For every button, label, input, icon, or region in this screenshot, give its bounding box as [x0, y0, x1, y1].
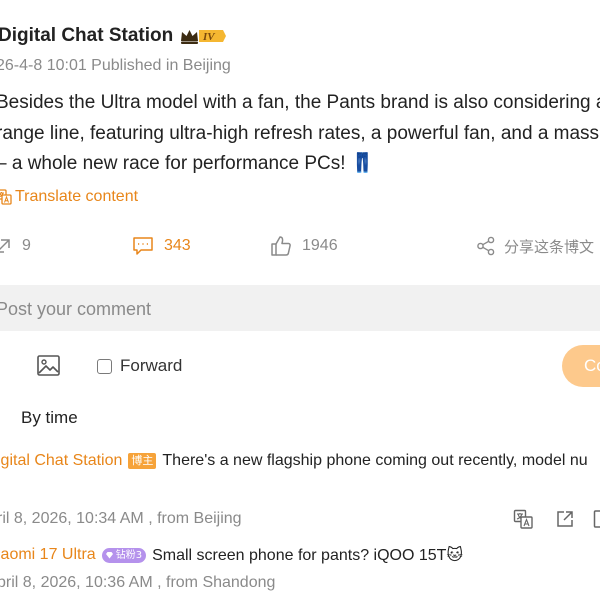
host-badge: 博主 — [128, 453, 157, 469]
comment-author[interactable]: igital Chat Station — [0, 452, 122, 470]
post-author-name[interactable]: Digital Chat Station — [0, 25, 173, 47]
add-image-button[interactable] — [36, 354, 62, 378]
post-meta: 26-4-8 10:01 Published in Beijing — [0, 57, 231, 74]
post-header: Digital Chat Station IV — [0, 22, 227, 50]
thumbs-up-icon — [271, 236, 291, 256]
post-body: Besides the Ultra model with a fan, the … — [0, 88, 600, 180]
translate-content-label: Translate content — [15, 188, 139, 205]
comment-item: igital Chat Station 博主 There's a new fla… — [0, 452, 588, 470]
comment-meta: pril 8, 2026, 10:36 AM , from Shandong — [0, 574, 276, 591]
comment-text: Small screen phone for pants? iQOO 15T🐱 — [152, 547, 464, 564]
vip-badge[interactable]: IV — [179, 27, 227, 45]
comment-button[interactable]: 343 — [132, 232, 191, 260]
sort-by-time[interactable]: By time — [21, 408, 78, 428]
share-label: 分享这条博文 — [504, 237, 595, 256]
share-button[interactable]: 分享这条博文 — [476, 232, 594, 260]
weibo-post-page: Digital Chat Station IV 26-4-8 10:01 Pub… — [0, 0, 600, 600]
more-icon[interactable] — [593, 509, 600, 529]
repost-count: 9 — [22, 237, 31, 254]
post-body-line: – a whole new race for performance PCs! … — [0, 153, 375, 174]
like-count: 1946 — [302, 237, 338, 254]
translate-icon[interactable] — [513, 509, 533, 529]
external-share-icon[interactable] — [555, 509, 575, 529]
comment-input-placeholder: Post your comment — [0, 299, 152, 319]
comment-text: There's a new flagship phone coming out … — [162, 452, 588, 469]
post-body-line: range line, featuring ultra-high refresh… — [0, 122, 600, 144]
comment-count: 343 — [164, 237, 191, 254]
forward-label: Forward — [120, 356, 183, 375]
comment-meta: ril 8, 2026, 10:34 AM , from Beijing — [0, 510, 242, 527]
fan-badge: 钻粉3 — [101, 547, 147, 563]
comment-author[interactable]: iaomi 17 Ultra — [0, 546, 96, 564]
image-icon — [37, 355, 60, 376]
comment-icon — [133, 237, 153, 255]
post-body-line: Besides the Ultra model with a fan, the … — [0, 92, 600, 113]
translate-content-link[interactable]: Translate content — [0, 188, 138, 206]
like-button[interactable]: 1946 — [270, 232, 338, 260]
crown-icon: IV — [181, 30, 227, 44]
forward-checkbox[interactable] — [97, 358, 112, 374]
comment-item: iaomi 17 Ultra 钻粉3 Small screen phone fo… — [0, 545, 463, 565]
fan-badge-label: 钻粉3 — [115, 549, 143, 561]
repost-button[interactable]: 9 — [0, 232, 31, 260]
repost-icon — [0, 239, 10, 253]
translate-icon — [0, 189, 12, 205]
comment-submit-button[interactable]: Co — [562, 345, 600, 387]
vip-level-text: IV — [202, 31, 216, 43]
forward-option[interactable]: Forward — [97, 356, 182, 376]
diamond-icon — [105, 552, 113, 559]
share-icon — [477, 236, 495, 256]
